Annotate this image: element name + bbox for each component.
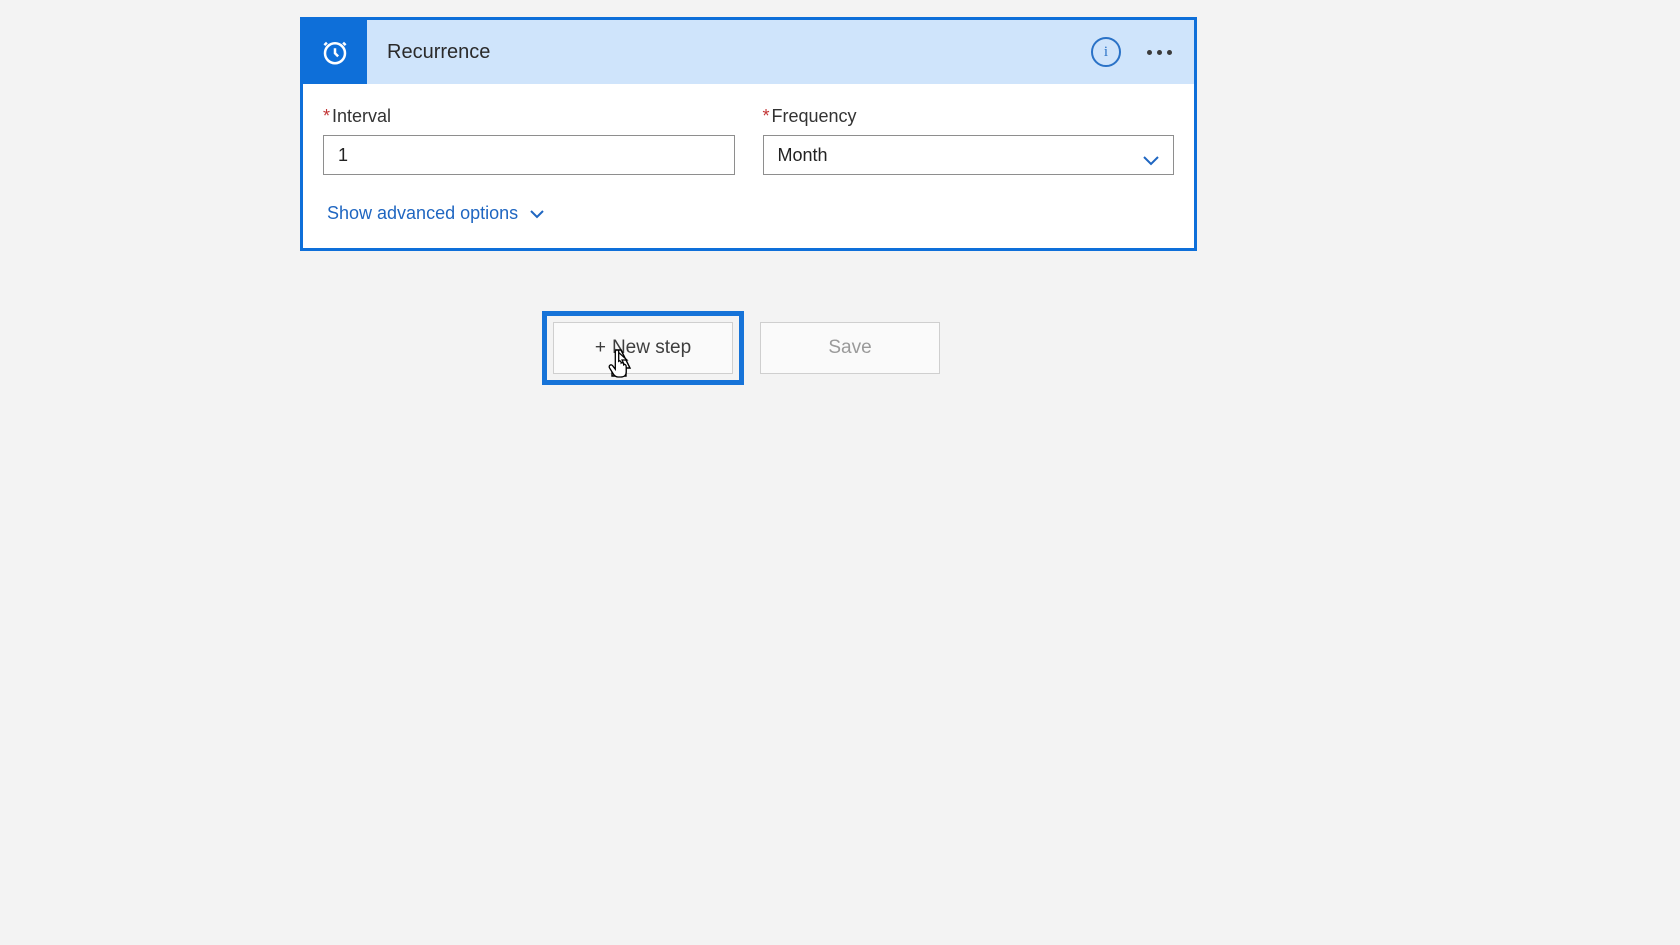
- info-icon[interactable]: i: [1091, 37, 1121, 67]
- plus-icon: +: [595, 337, 606, 359]
- frequency-label: *Frequency: [763, 106, 1175, 127]
- advanced-options-label: Show advanced options: [327, 203, 518, 224]
- chevron-down-icon: [530, 203, 544, 224]
- required-mark: *: [763, 106, 770, 126]
- show-advanced-options-link[interactable]: Show advanced options: [323, 203, 544, 224]
- new-step-button[interactable]: + New step: [553, 322, 733, 374]
- required-mark: *: [323, 106, 330, 126]
- frequency-label-text: Frequency: [772, 106, 857, 126]
- interval-field-group: *Interval 1: [323, 106, 735, 175]
- new-step-highlight: + New step: [542, 311, 744, 385]
- frequency-field-group: *Frequency Month: [763, 106, 1175, 175]
- interval-label-text: Interval: [332, 106, 391, 126]
- header-actions: i: [1091, 37, 1194, 67]
- card-title: Recurrence: [367, 41, 1091, 64]
- new-step-label: New step: [612, 337, 691, 359]
- interval-value: 1: [338, 145, 348, 166]
- card-body: *Interval 1 *Frequency Month Sho: [303, 84, 1194, 248]
- frequency-value: Month: [778, 145, 828, 166]
- actions-row: + New step Save: [542, 311, 940, 385]
- recurrence-icon: [303, 20, 367, 84]
- frequency-select[interactable]: Month: [763, 135, 1175, 175]
- more-menu-icon[interactable]: [1147, 50, 1172, 55]
- save-label: Save: [828, 337, 871, 359]
- card-header: Recurrence i: [303, 20, 1194, 84]
- save-button[interactable]: Save: [760, 322, 940, 374]
- interval-input[interactable]: 1: [323, 135, 735, 175]
- chevron-down-icon: [1143, 150, 1159, 160]
- interval-label: *Interval: [323, 106, 735, 127]
- recurrence-card: Recurrence i *Interval 1 *Frequency: [300, 17, 1197, 251]
- fields-row: *Interval 1 *Frequency Month: [323, 106, 1174, 175]
